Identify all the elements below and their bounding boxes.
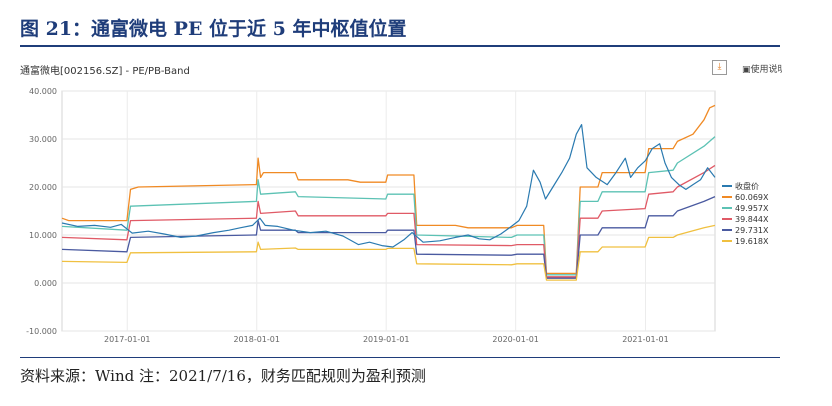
pe-band-chart: -10.000 0.000 10.000 20.000 30.000 40.000 2017…: [26, 87, 769, 344]
legend-label: 49.957X: [735, 204, 769, 213]
chart-panel: 通富微电[002156.SZ] - PE/PB-Band ⤓ ▣使用说明 -10…: [20, 55, 782, 355]
y-tick-label: -10.000: [26, 327, 57, 336]
x-tick-label: 2019-01-01: [363, 335, 410, 344]
y-tick-label: 10.000: [29, 231, 57, 240]
legend-label: 60.069X: [735, 193, 769, 202]
legend-label: 29.731X: [735, 226, 769, 235]
legend-label: 39.844X: [735, 215, 769, 224]
y-tick-label: 40.000: [29, 87, 57, 96]
x-tick-label: 2021-01-01: [622, 335, 669, 344]
x-tick-label: 2017-01-01: [104, 335, 151, 344]
legend-label: 19.618X: [735, 237, 769, 246]
y-tick-label: 0.000: [34, 279, 57, 288]
footer-rule: [20, 357, 780, 358]
title-rule: [20, 45, 780, 47]
y-tick-label: 20.000: [29, 183, 57, 192]
figure-title: 图 21：通富微电 PE 位于近 5 年中枢值位置: [20, 18, 407, 40]
x-tick-label: 2020-01-01: [492, 335, 539, 344]
x-tick-label: 2018-01-01: [233, 335, 280, 344]
legend-label: 收盘价: [735, 181, 759, 191]
source-note: 资料来源：Wind 注：2021/7/16，财务匹配规则为盈利预测: [20, 367, 426, 385]
y-tick-label: 30.000: [29, 135, 57, 144]
plot-area: [61, 90, 716, 332]
